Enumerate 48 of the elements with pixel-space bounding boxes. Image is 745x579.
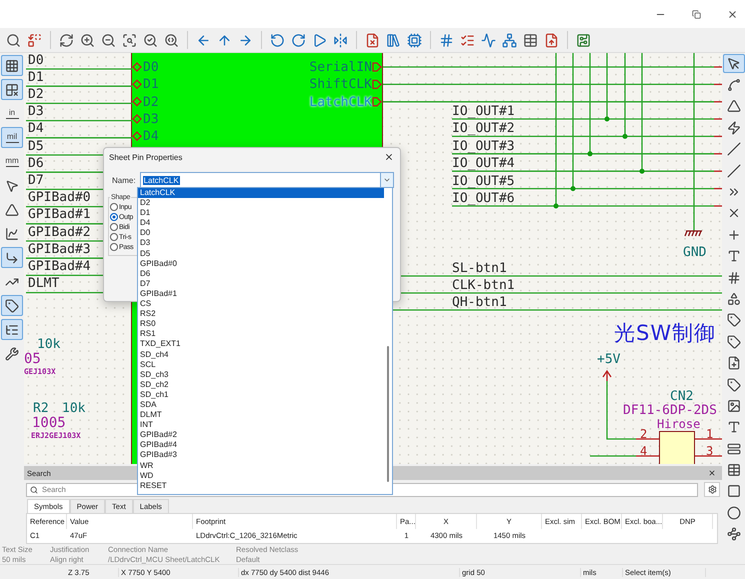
footprint-label: 05 <box>24 352 41 366</box>
net-label: QH-btn1 <box>452 296 507 309</box>
net-label: D0 <box>28 54 44 66</box>
dialog-title: Sheet Pin Properties <box>109 152 182 162</box>
pin-number: 2 <box>640 428 648 440</box>
sheet-pin-label: D2 <box>143 96 159 109</box>
net-label: CLK-btn1 <box>452 279 515 292</box>
sheet-pin-label: D1 <box>143 78 159 92</box>
net-label: D3 <box>28 105 44 118</box>
reference-label: CN2 <box>670 390 694 403</box>
sheet-pin-label: D3 <box>143 112 159 126</box>
net-label: IO_OUT#2 <box>452 122 515 136</box>
net-label: GPIBad#4 <box>28 260 91 273</box>
power-label: +5V <box>597 353 620 366</box>
net-label: IO_OUT#4 <box>452 157 515 170</box>
field-label: Name: <box>112 176 136 184</box>
net-label: IO_OUT#6 <box>452 192 515 205</box>
value-label: 10k <box>62 402 86 415</box>
manufacturer-label: Hirose <box>657 418 700 430</box>
pin-number: 4 <box>640 445 648 457</box>
power-label: GND <box>683 246 706 259</box>
reference-label: R2 <box>33 402 49 415</box>
net-label: D7 <box>28 174 44 187</box>
sheet-pin-label: D4 <box>143 130 159 144</box>
sheet-pin-label: LatchCLK <box>309 96 372 109</box>
net-label: GPIBad#3 <box>28 242 91 256</box>
heading-text: 光SW制御 <box>614 320 716 347</box>
value-label: DF11-6DP-2DS <box>623 404 717 417</box>
net-label: D2 <box>28 88 44 101</box>
sheet-pin-label: SerialIN <box>309 61 372 74</box>
value-label: 10k <box>37 338 60 351</box>
sheet-pin-label: D0 <box>143 61 159 74</box>
net-label: IO_OUT#3 <box>452 140 515 153</box>
net-label: D6 <box>28 156 44 170</box>
net-label: D1 <box>28 70 44 84</box>
net-label: D4 <box>28 122 44 136</box>
net-label: D5 <box>28 140 44 152</box>
sheet-pin-label: ShiftCLK <box>309 78 372 92</box>
net-label: DLMT <box>28 277 60 290</box>
pin-number: 1 <box>706 428 714 440</box>
net-label: IO_OUT#1 <box>452 105 515 118</box>
net-label: GPIBad#0 <box>28 191 91 204</box>
footprint-label: 1005 <box>32 416 66 430</box>
pin-number: 3 <box>706 445 714 457</box>
net-label: IO_OUT#5 <box>452 174 515 188</box>
net-label: GPIBad#2 <box>28 226 91 238</box>
net-label: SL-btn1 <box>452 262 507 275</box>
net-label: GPIBad#1 <box>28 208 91 222</box>
